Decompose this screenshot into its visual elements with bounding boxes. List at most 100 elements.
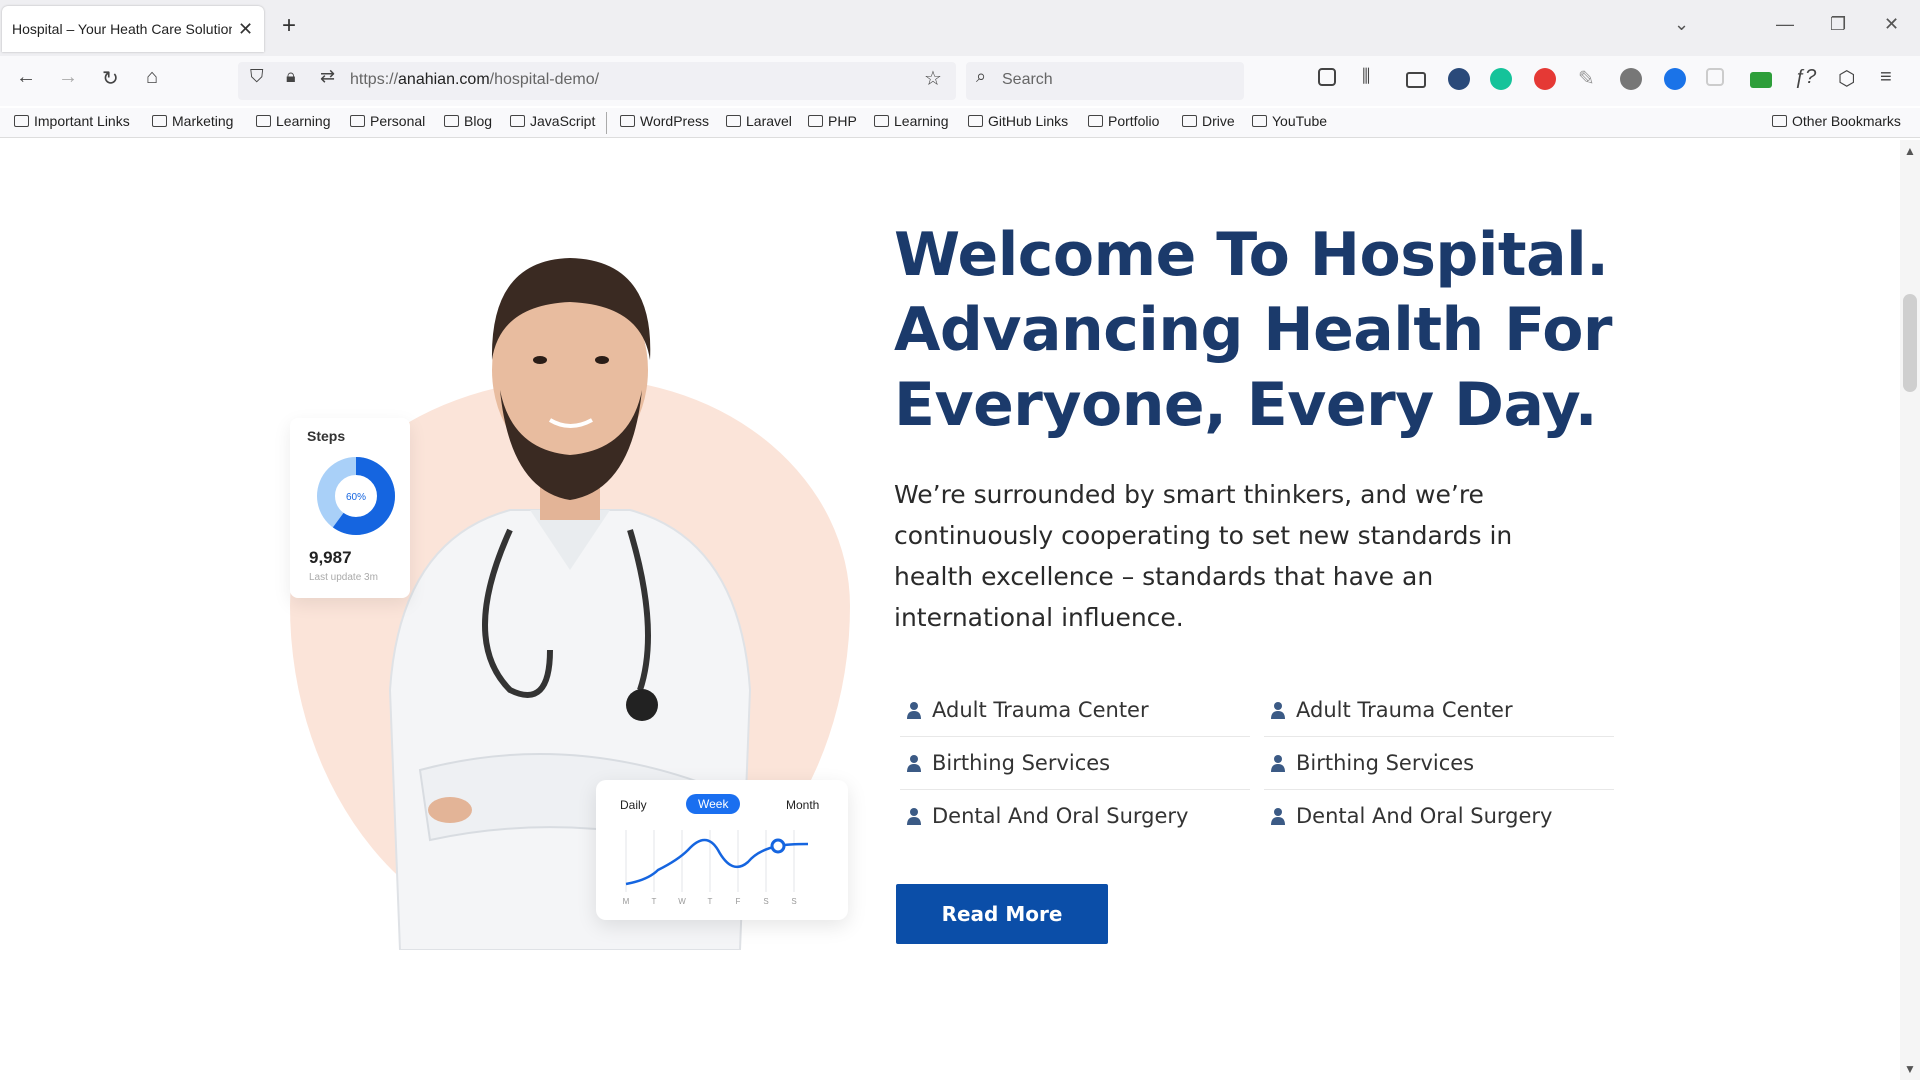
day-label: W	[678, 897, 686, 906]
bookmark-folder[interactable]: Learning	[256, 113, 331, 129]
feature-item: Dental And Oral Surgery	[1270, 804, 1552, 828]
forward-arrow-icon[interactable]: →	[58, 66, 78, 89]
grammarly-icon[interactable]	[1490, 68, 1512, 90]
restore-icon[interactable]: ❐	[1830, 14, 1846, 35]
sidebar-icon[interactable]	[1406, 72, 1426, 88]
hero-headline: Welcome To Hospital. Advancing Health Fo…	[894, 220, 1613, 440]
bookmark-folder[interactable]: GitHub Links	[968, 113, 1068, 129]
folder-icon	[726, 115, 741, 127]
steps-title: Steps	[307, 428, 346, 444]
doctor-icon	[1271, 755, 1285, 772]
new-tab-button[interactable]: +	[282, 12, 296, 40]
tab-list-chevron-icon[interactable]: ⌄	[1674, 14, 1689, 35]
back-arrow-icon[interactable]: ←	[16, 66, 36, 89]
url-text[interactable]: https://anahian.com/hospital-demo/	[350, 71, 599, 89]
folder-icon	[1772, 115, 1787, 127]
menu-icon[interactable]: ≡	[1880, 66, 1892, 89]
extensions-icon[interactable]: ⬡	[1838, 66, 1855, 91]
folder-icon	[444, 115, 459, 127]
folder-icon	[1252, 115, 1267, 127]
steps-donut-chart: 60%	[317, 457, 395, 535]
sheets-icon[interactable]	[1750, 72, 1772, 88]
tab-daily[interactable]: Daily	[620, 798, 647, 812]
adblock-icon[interactable]	[1534, 68, 1556, 90]
tab-week[interactable]: Week	[686, 794, 741, 814]
bookmark-folder[interactable]: Laravel	[726, 113, 792, 129]
folder-icon	[620, 115, 635, 127]
pen-icon[interactable]: ✎	[1578, 66, 1595, 91]
activity-line-chart: M T W T F S S	[623, 830, 809, 906]
close-window-icon[interactable]: ✕	[1884, 14, 1899, 35]
permissions-icon[interactable]: ⇄	[320, 66, 335, 87]
bookmark-folder[interactable]: JavaScript	[510, 113, 595, 129]
day-label: T	[652, 897, 657, 906]
bookmark-folder[interactable]: Drive	[1182, 113, 1235, 129]
close-tab-icon[interactable]: ✕	[238, 19, 253, 40]
bookmark-folder[interactable]: Portfolio	[1088, 113, 1159, 129]
doctor-icon	[907, 702, 921, 719]
read-more-button[interactable]: Read More	[896, 884, 1108, 944]
bookmark-folder[interactable]: Important Links	[14, 113, 130, 129]
feature-item: Dental And Oral Surgery	[906, 804, 1188, 828]
bookmark-folder[interactable]: Blog	[444, 113, 492, 129]
steps-last-update: Last update 3m	[309, 572, 378, 583]
scrollbar-thumb[interactable]	[1903, 294, 1917, 392]
search-input[interactable]: Search	[1002, 71, 1053, 89]
vpn-icon[interactable]	[1620, 68, 1642, 90]
bookmark-folder[interactable]: Marketing	[152, 113, 233, 129]
folder-icon	[14, 115, 29, 127]
doctor-icon	[1271, 808, 1285, 825]
hero-description: We’re surrounded by smart thinkers, and …	[894, 480, 1513, 632]
scroll-down-icon[interactable]: ▼	[1904, 1062, 1916, 1076]
doctor-icon	[907, 808, 921, 825]
tab-month[interactable]: Month	[786, 798, 819, 812]
folder-icon	[1182, 115, 1197, 127]
folder-icon	[256, 115, 271, 127]
bookmark-folder[interactable]: WordPress	[620, 113, 709, 129]
browser-tab[interactable]: Hospital – Your Heath Care Solution ✕	[2, 6, 264, 52]
day-label: S	[791, 897, 796, 906]
tab-title: Hospital – Your Heath Care Solution	[12, 21, 232, 37]
reload-icon[interactable]: ↻	[102, 66, 119, 91]
feature-item: Adult Trauma Center	[906, 698, 1149, 722]
steps-count: 9,987	[309, 548, 352, 567]
minimize-icon[interactable]: —	[1776, 14, 1794, 35]
lock-icon[interactable]: 🔒︎	[286, 66, 296, 87]
bookmark-folder[interactable]: Learning	[874, 113, 949, 129]
feature-divider	[1264, 789, 1614, 790]
day-label: S	[763, 897, 768, 906]
home-icon[interactable]: ⌂	[146, 66, 158, 89]
bookmark-folder[interactable]: YouTube	[1252, 113, 1327, 129]
feature-divider	[1264, 736, 1614, 737]
feature-divider	[900, 736, 1250, 737]
feature-item: Birthing Services	[1270, 751, 1474, 775]
feature-item: Adult Trauma Center	[1270, 698, 1513, 722]
bookmark-folder[interactable]: Personal	[350, 113, 425, 129]
day-label: T	[708, 897, 713, 906]
folder-icon	[1088, 115, 1103, 127]
media-icon[interactable]	[1664, 68, 1686, 90]
folder-icon	[808, 115, 823, 127]
feature-item: Birthing Services	[906, 751, 1110, 775]
screenshot-icon[interactable]	[1706, 68, 1724, 86]
bookmark-separator	[606, 112, 607, 134]
day-label: F	[736, 897, 741, 906]
feature-divider	[900, 789, 1250, 790]
doctor-icon	[1271, 702, 1285, 719]
shield-icon[interactable]: ⛉	[250, 66, 264, 87]
page-scrollbar[interactable]	[1900, 140, 1920, 1080]
folder-icon	[968, 115, 983, 127]
scroll-up-icon[interactable]: ▲	[1904, 144, 1916, 158]
bookmark-folder[interactable]: PHP	[808, 113, 857, 129]
account-icon[interactable]	[1448, 68, 1470, 90]
activity-point	[770, 838, 786, 854]
search-icon: ⌕	[976, 66, 987, 86]
donut-percent-label: 60%	[346, 492, 366, 503]
library-icon[interactable]: ⫼	[1362, 66, 1370, 87]
folder-icon	[874, 115, 889, 127]
other-bookmarks-folder[interactable]: Other Bookmarks	[1772, 113, 1901, 129]
folder-icon	[510, 115, 525, 127]
bookmark-star-icon[interactable]: ☆	[924, 66, 942, 91]
font-icon[interactable]: ƒ?	[1794, 66, 1816, 89]
pocket-icon[interactable]	[1318, 68, 1336, 86]
